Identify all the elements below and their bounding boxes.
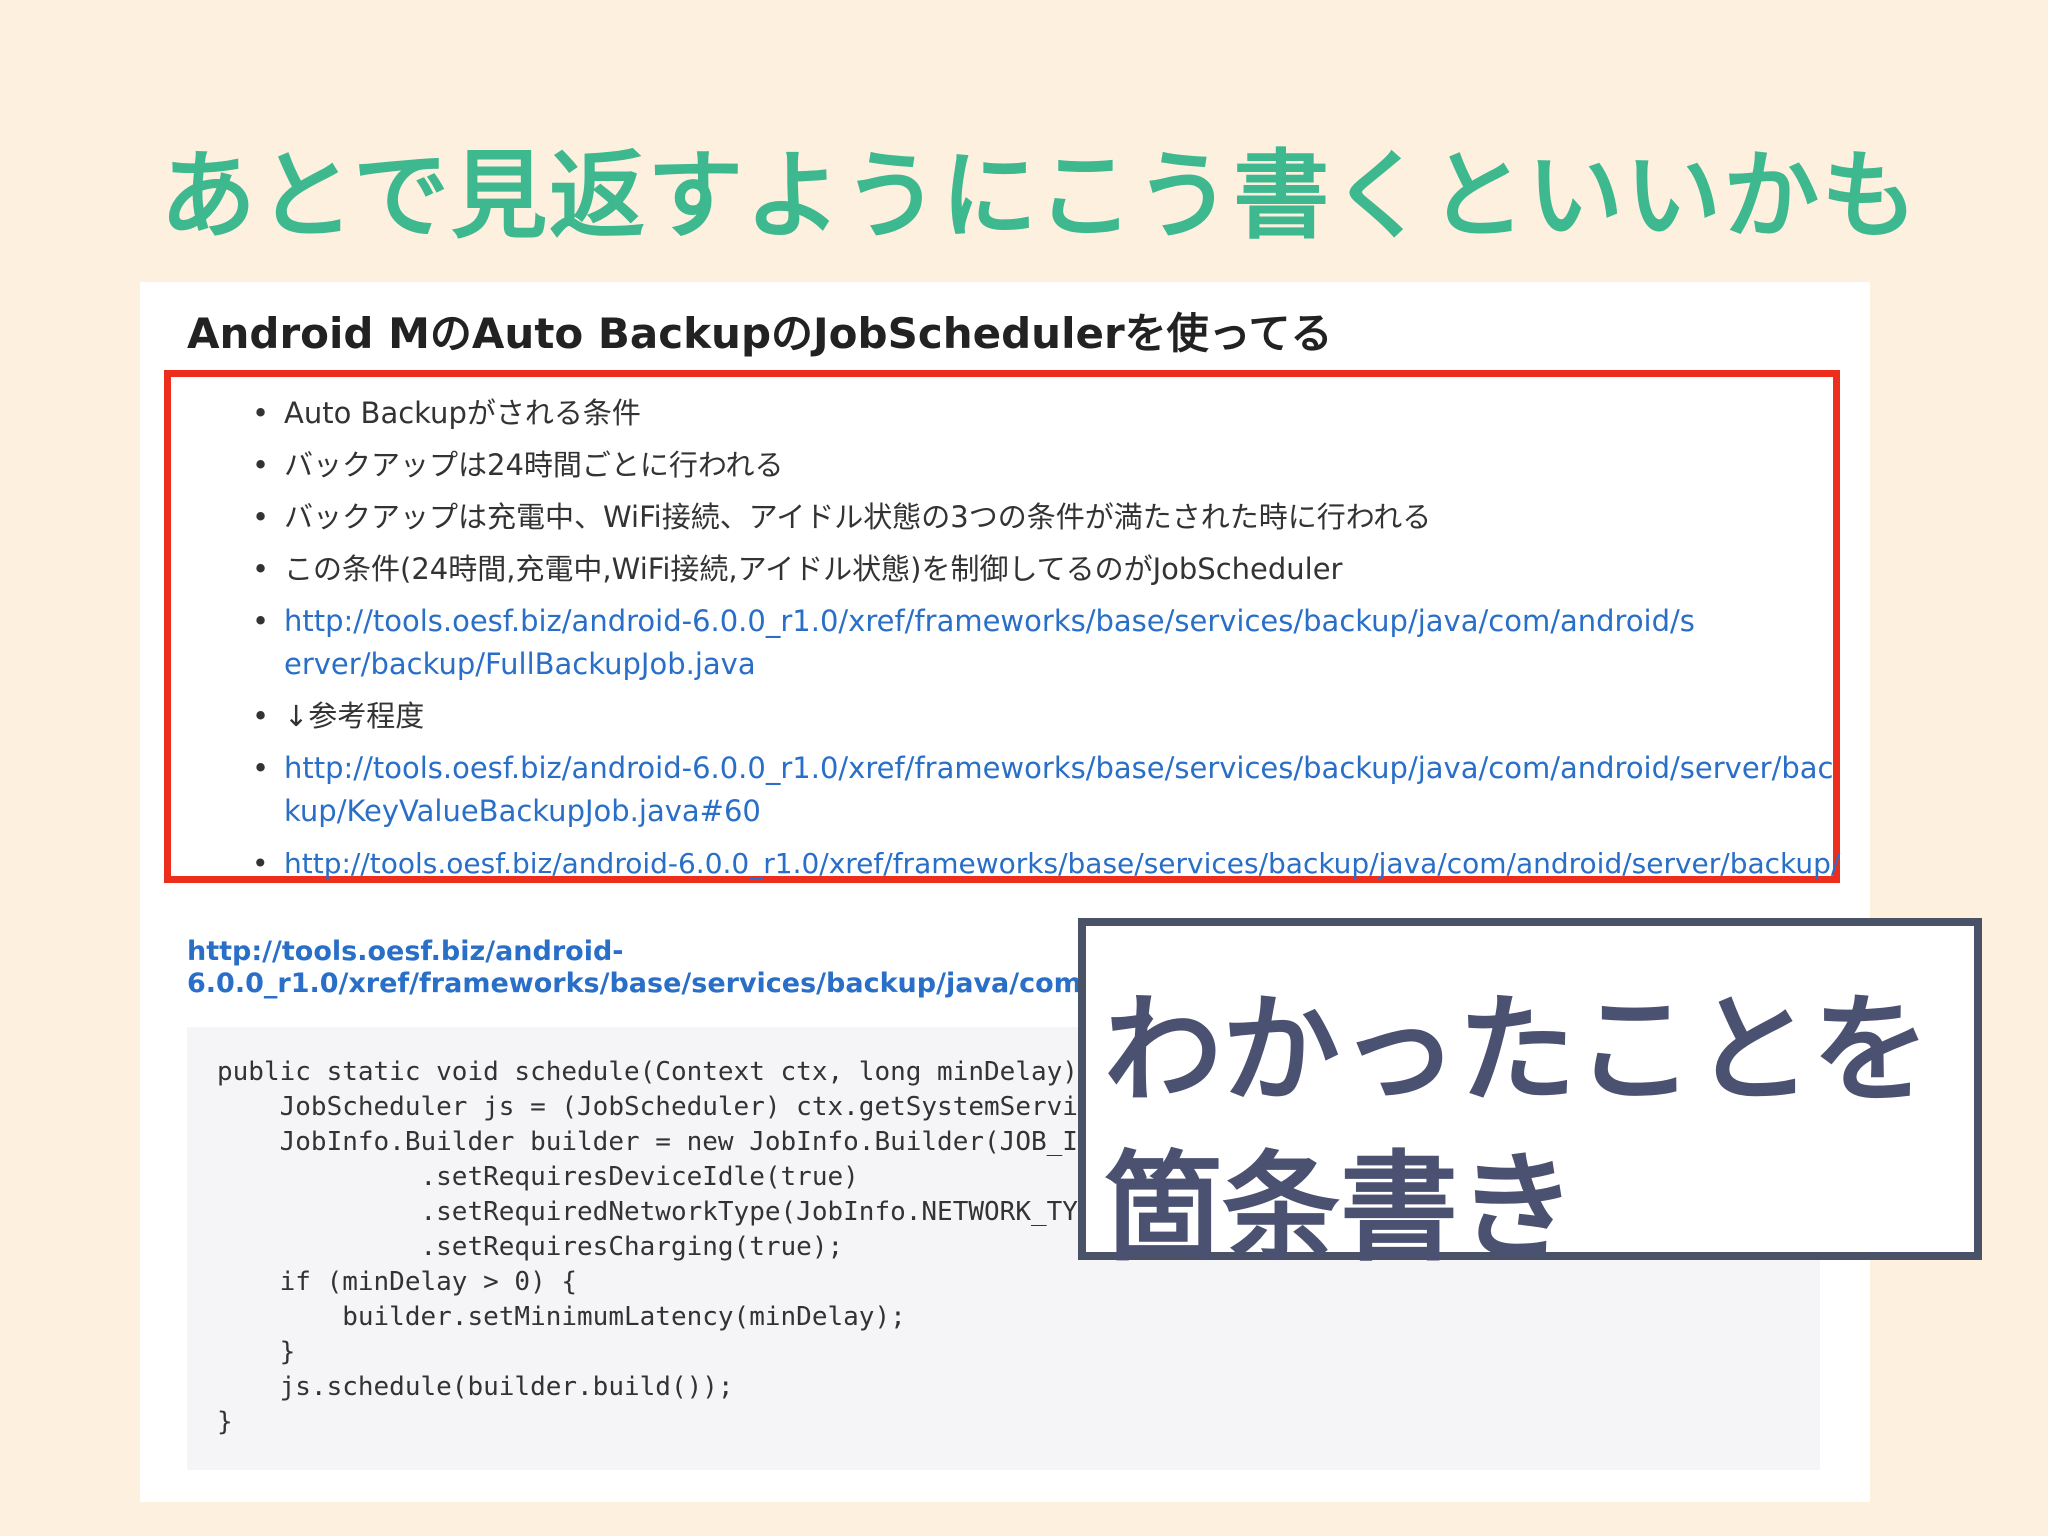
callout-box: わかったことを 箇条書き [1078,918,1982,1277]
list-item: • Auto Backupがされる条件 [244,392,1944,435]
article-card: Android MのAuto BackupのJobSchedulerを使ってる … [140,282,1870,1502]
code-line: js.schedule(builder.build()); [217,1372,734,1402]
bullet-dot-icon: • [252,448,270,482]
code-line: .setRequiredNetworkType(JobInfo.NETWORK_… [217,1197,1110,1227]
list-item: • http://tools.oesf.biz/android-6.0.0_r1.… [244,747,1844,833]
code-line: if (minDelay > 0) { [217,1267,578,1297]
list-item: • この条件(24時間,充電中,WiFi接続,アイドル状態)を制御してるのがJob… [244,548,1944,591]
list-item: • http://tools.oesf.biz/android-6.0.0_r1.… [244,600,1704,686]
code-line: .setRequiresCharging(true); [217,1232,844,1262]
list-item-text: ↓参考程度 [284,699,425,733]
bullet-dot-icon: • [252,500,270,534]
code-line: } [217,1407,233,1437]
code-line: .setRequiresDeviceIdle(true) [217,1162,859,1192]
bullet-dot-icon: • [252,552,270,586]
fullbackupjob-link[interactable]: http://tools.oesf.biz/android-6.0.0_r1.0… [284,604,1695,681]
code-line: public static void schedule(Context ctx,… [217,1057,1110,1087]
list-item-text: この条件(24時間,充電中,WiFi接続,アイドル状態)を制御してるのがJobS… [284,552,1343,586]
list-item-text: バックアップは24時間ごとに行われる [284,448,784,482]
list-item: • ↓参考程度 [244,695,1944,738]
bullet-dot-icon: • [252,604,270,638]
source-link-line1: http://tools.oesf.biz/android- [187,936,624,967]
bullet-dot-icon: • [252,751,270,785]
list-item-text: Auto Backupがされる条件 [284,396,641,430]
code-line: } [217,1337,296,1367]
code-line: JobInfo.Builder builder = new JobInfo.Bu… [217,1127,1110,1157]
callout-line2: 箇条書き [1104,1139,1577,1277]
code-line: JobScheduler js = (JobScheduler) ctx.get… [217,1092,1110,1122]
bullet-list: • Auto Backupがされる条件 • バックアップは24時間ごとに行われる •… [244,392,1944,894]
slide-title: あとで見返すようにこう書くといいかも [160,140,1920,252]
list-item: • http://tools.oesf.biz/android-6.0.0_r1.… [244,842,1944,885]
bullet-dot-icon: • [252,396,270,430]
article-heading: Android MのAuto BackupのJobSchedulerを使ってる [187,309,1333,358]
list-item: • バックアップは24時間ごとに行われる [244,444,1944,487]
bullet-dot-icon: • [252,847,269,880]
list-item-text: バックアップは充電中、WiFi接続、アイドル状態の3つの条件が満たされた時に行わ… [284,500,1432,534]
keyvaluebackupjob-link[interactable]: http://tools.oesf.biz/android-6.0.0_r1.0… [284,751,1834,828]
bullet-dot-icon: • [252,699,270,733]
backup-dir-link[interactable]: http://tools.oesf.biz/android-6.0.0_r1.0… [284,847,1840,880]
list-item: • バックアップは充電中、WiFi接続、アイドル状態の3つの条件が満たされた時に行… [244,496,1944,539]
code-line: builder.setMinimumLatency(minDelay); [217,1302,906,1332]
callout-line1: わかったことを [1104,981,1931,1119]
